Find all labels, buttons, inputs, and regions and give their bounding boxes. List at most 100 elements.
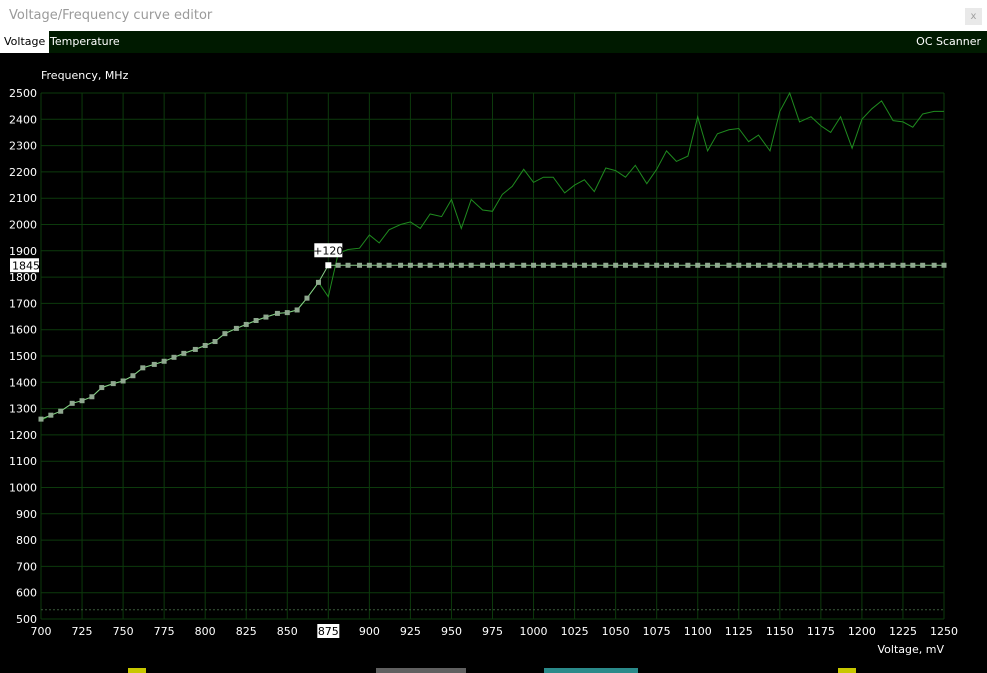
vf-point[interactable] <box>439 262 445 268</box>
vf-point[interactable] <box>673 262 679 268</box>
vf-point[interactable] <box>192 346 198 352</box>
vf-point[interactable] <box>274 310 280 316</box>
vf-point[interactable] <box>315 279 321 285</box>
vf-point[interactable] <box>253 317 259 323</box>
vf-point[interactable] <box>714 262 720 268</box>
vf-point[interactable] <box>531 262 537 268</box>
vf-point[interactable] <box>468 262 474 268</box>
vf-point[interactable] <box>632 262 638 268</box>
vf-point[interactable] <box>458 262 464 268</box>
vf-point[interactable] <box>398 262 404 268</box>
x-tick-label: 750 <box>113 625 134 638</box>
vf-point[interactable] <box>181 350 187 356</box>
close-icon[interactable]: x <box>965 8 982 25</box>
vf-point[interactable] <box>89 394 95 400</box>
vf-point[interactable] <box>480 262 486 268</box>
vf-point[interactable] <box>499 262 505 268</box>
vf-point[interactable] <box>572 262 578 268</box>
vf-point[interactable] <box>654 262 660 268</box>
vf-point[interactable] <box>879 262 885 268</box>
vf-point[interactable] <box>366 262 372 268</box>
vf-point[interactable] <box>521 262 527 268</box>
vf-point[interactable] <box>869 262 875 268</box>
vf-point[interactable] <box>736 262 742 268</box>
vf-point[interactable] <box>777 262 783 268</box>
vf-point[interactable] <box>818 262 824 268</box>
tab-temperature[interactable]: Temperature <box>46 31 124 53</box>
vf-point[interactable] <box>448 262 454 268</box>
vf-point[interactable] <box>69 400 75 406</box>
vf-point[interactable] <box>161 358 167 364</box>
vf-point[interactable] <box>705 262 711 268</box>
vf-point[interactable] <box>664 262 670 268</box>
vf-point[interactable] <box>407 262 413 268</box>
vf-point[interactable] <box>613 262 619 268</box>
vf-point[interactable] <box>151 361 157 367</box>
vf-point[interactable] <box>48 412 54 418</box>
vf-point[interactable] <box>755 262 761 268</box>
vf-point[interactable] <box>79 398 85 404</box>
vf-point[interactable] <box>357 262 363 268</box>
footer-segment <box>128 668 146 673</box>
vf-point[interactable] <box>284 310 290 316</box>
vf-point[interactable] <box>685 262 691 268</box>
vf-point[interactable] <box>304 295 310 301</box>
vf-point[interactable] <box>910 262 916 268</box>
vf-point[interactable] <box>900 262 906 268</box>
vf-point[interactable] <box>808 262 814 268</box>
vf-point[interactable] <box>38 416 44 422</box>
tab-voltage[interactable]: Voltage <box>0 31 50 53</box>
vf-point[interactable] <box>787 262 793 268</box>
vf-point[interactable] <box>890 262 896 268</box>
vf-point[interactable] <box>294 307 300 313</box>
vf-point[interactable] <box>417 262 423 268</box>
vf-point[interactable] <box>212 339 218 345</box>
vf-point[interactable] <box>130 373 136 379</box>
vf-point[interactable] <box>140 365 146 371</box>
vf-point[interactable] <box>849 262 855 268</box>
vf-point[interactable] <box>828 262 834 268</box>
vf-point[interactable] <box>171 354 177 360</box>
vf-point[interactable] <box>99 385 105 391</box>
vf-point[interactable] <box>931 262 937 268</box>
vf-point[interactable] <box>746 262 752 268</box>
vf-point[interactable] <box>644 262 650 268</box>
vf-curve-chart[interactable]: 5006007008009001000110012001300140015001… <box>0 53 987 668</box>
vf-point[interactable] <box>345 262 351 268</box>
selected-point-group[interactable]: 1845 875 +120 <box>10 243 343 638</box>
y-axis-ticks: 5006007008009001000110012001300140015001… <box>9 87 37 626</box>
vf-point[interactable] <box>797 262 803 268</box>
vf-point[interactable] <box>110 381 116 387</box>
vf-point[interactable] <box>233 325 239 331</box>
vf-point[interactable] <box>490 262 495 268</box>
vf-point[interactable] <box>58 408 64 414</box>
vf-point[interactable] <box>581 262 587 268</box>
vf-point[interactable] <box>509 262 515 268</box>
vf-point[interactable] <box>376 262 382 268</box>
vf-point[interactable] <box>726 262 732 268</box>
y-tick-label: 1800 <box>9 271 37 284</box>
vf-point[interactable] <box>263 314 269 320</box>
vf-point[interactable] <box>243 321 249 327</box>
vf-point[interactable] <box>838 262 844 268</box>
selected-point-marker[interactable] <box>325 262 332 269</box>
vf-point[interactable] <box>540 262 546 268</box>
vf-point[interactable] <box>202 342 208 348</box>
vf-point[interactable] <box>591 262 597 268</box>
vf-point[interactable] <box>550 262 556 268</box>
vf-point[interactable] <box>386 262 392 268</box>
vf-point[interactable] <box>695 262 701 268</box>
vf-point[interactable] <box>859 262 865 268</box>
vf-point[interactable] <box>767 262 773 268</box>
vf-point[interactable] <box>941 262 947 268</box>
vf-point[interactable] <box>562 262 568 268</box>
vf-point[interactable] <box>120 378 126 384</box>
vf-point[interactable] <box>603 262 609 268</box>
tab-oc-scanner[interactable]: OC Scanner <box>912 31 985 53</box>
y-tick-label: 2000 <box>9 219 37 232</box>
vf-point[interactable] <box>222 331 228 337</box>
vf-point[interactable] <box>427 262 433 268</box>
vf-point[interactable] <box>920 262 926 268</box>
vf-point[interactable] <box>622 262 628 268</box>
vf-point[interactable] <box>335 262 341 268</box>
